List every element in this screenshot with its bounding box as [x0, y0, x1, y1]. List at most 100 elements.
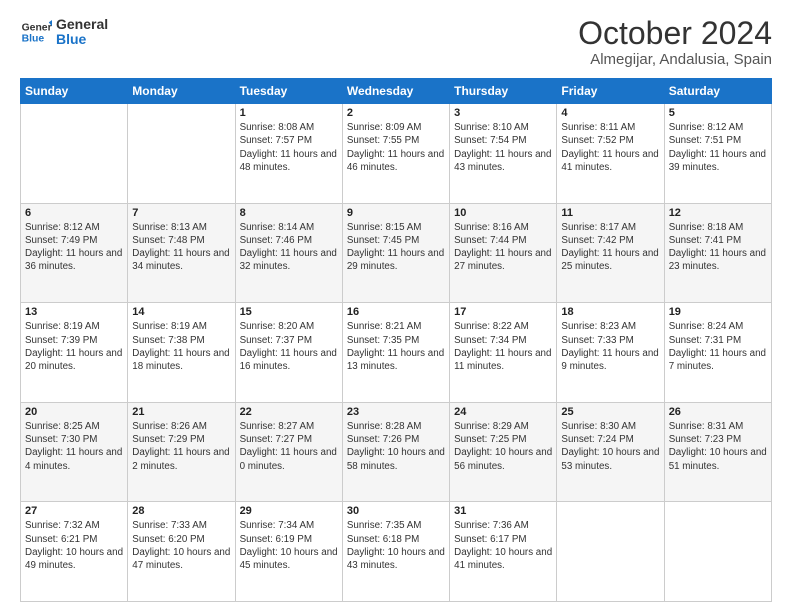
calendar-day: 22 Sunrise: 8:27 AMSunset: 7:27 PMDayligh… — [235, 402, 342, 502]
sunset-text: Sunset: 7:34 PM — [454, 334, 552, 347]
weekday-header: Sunday — [21, 79, 128, 104]
daylight-text: Daylight: 11 hours and 4 minutes. — [25, 446, 123, 472]
calendar-day: 14 Sunrise: 8:19 AMSunset: 7:38 PMDayligh… — [128, 303, 235, 403]
calendar-day: 12Sunrise: 8:18 AMSunset: 7:41 PMDayligh… — [664, 203, 771, 303]
day-info: Sunrise: 8:15 AMSunset: 7:45 PMDaylight:… — [347, 221, 445, 274]
daylight-text: Daylight: 11 hours and 43 minutes. — [454, 148, 552, 174]
sunrise-text: Sunrise: 8:17 AM — [561, 221, 659, 234]
day-info: Sunrise: 8:26 AMSunset: 7:29 PMDaylight:… — [132, 420, 230, 473]
title-block: October 2024 Almegijar, Andalusia, Spain — [578, 16, 772, 68]
sunset-text: Sunset: 7:41 PM — [669, 234, 767, 247]
sunset-text: Sunset: 7:25 PM — [454, 433, 552, 446]
sunrise-text: Sunrise: 7:34 AM — [240, 519, 338, 532]
calendar-day: 21 Sunrise: 8:26 AMSunset: 7:29 PMDayligh… — [128, 402, 235, 502]
daylight-text: Daylight: 11 hours and 34 minutes. — [132, 247, 230, 273]
day-info: Sunrise: 8:21 AMSunset: 7:35 PMDaylight:… — [347, 320, 445, 373]
daylight-text: Daylight: 11 hours and 16 minutes. — [240, 347, 338, 373]
day-number: 14 — [132, 306, 230, 318]
weekday-header: Tuesday — [235, 79, 342, 104]
day-number: 21 — [132, 406, 230, 418]
sunset-text: Sunset: 7:29 PM — [132, 433, 230, 446]
sunrise-text: Sunrise: 8:31 AM — [669, 420, 767, 433]
sunset-text: Sunset: 7:35 PM — [347, 334, 445, 347]
day-info: Sunrise: 8:23 AMSunset: 7:33 PMDaylight:… — [561, 320, 659, 373]
day-number: 16 — [347, 306, 445, 318]
day-info: Sunrise: 8:17 AMSunset: 7:42 PMDaylight:… — [561, 221, 659, 274]
sunset-text: Sunset: 6:19 PM — [240, 533, 338, 546]
day-info: Sunrise: 8:27 AMSunset: 7:27 PMDaylight:… — [240, 420, 338, 473]
sunrise-text: Sunrise: 8:24 AM — [669, 320, 767, 333]
sunset-text: Sunset: 7:57 PM — [240, 134, 338, 147]
sunset-text: Sunset: 7:33 PM — [561, 334, 659, 347]
calendar-day: 4Sunrise: 8:11 AMSunset: 7:52 PMDaylight… — [557, 104, 664, 204]
calendar-day: 3Sunrise: 8:10 AMSunset: 7:54 PMDaylight… — [450, 104, 557, 204]
sunrise-text: Sunrise: 8:13 AM — [132, 221, 230, 234]
day-info: Sunrise: 8:22 AMSunset: 7:34 PMDaylight:… — [454, 320, 552, 373]
sunrise-text: Sunrise: 8:10 AM — [454, 121, 552, 134]
sunrise-text: Sunrise: 7:36 AM — [454, 519, 552, 532]
sunrise-text: Sunrise: 8:23 AM — [561, 320, 659, 333]
calendar-day: 9Sunrise: 8:15 AMSunset: 7:45 PMDaylight… — [342, 203, 449, 303]
calendar-week: 13Sunrise: 8:19 AMSunset: 7:39 PMDayligh… — [21, 303, 772, 403]
sunset-text: Sunset: 7:39 PM — [25, 334, 123, 347]
calendar-week: 27Sunrise: 7:32 AMSunset: 6:21 PMDayligh… — [21, 502, 772, 602]
day-number: 4 — [561, 107, 659, 119]
sunset-text: Sunset: 7:27 PM — [240, 433, 338, 446]
sunrise-text: Sunrise: 7:32 AM — [25, 519, 123, 532]
day-number: 30 — [347, 505, 445, 517]
calendar-day: 10Sunrise: 8:16 AMSunset: 7:44 PMDayligh… — [450, 203, 557, 303]
page-subtitle: Almegijar, Andalusia, Spain — [578, 51, 772, 68]
daylight-text: Daylight: 11 hours and 11 minutes. — [454, 347, 552, 373]
daylight-text: Daylight: 10 hours and 53 minutes. — [561, 446, 659, 472]
calendar-week: 1Sunrise: 8:08 AMSunset: 7:57 PMDaylight… — [21, 104, 772, 204]
day-info: Sunrise: 8:19 AMSunset: 7:38 PMDaylight:… — [132, 320, 230, 373]
calendar-day: 24Sunrise: 8:29 AMSunset: 7:25 PMDayligh… — [450, 402, 557, 502]
calendar-day: 13Sunrise: 8:19 AMSunset: 7:39 PMDayligh… — [21, 303, 128, 403]
logo: General Blue General Blue — [20, 16, 108, 48]
day-info: Sunrise: 8:20 AMSunset: 7:37 PMDaylight:… — [240, 320, 338, 373]
sunset-text: Sunset: 7:26 PM — [347, 433, 445, 446]
calendar-day: 30 Sunrise: 7:35 AMSunset: 6:18 PMDayligh… — [342, 502, 449, 602]
day-info: Sunrise: 7:35 AMSunset: 6:18 PMDaylight:… — [347, 519, 445, 572]
sunset-text: Sunset: 7:51 PM — [669, 134, 767, 147]
day-number: 22 — [240, 406, 338, 418]
sunset-text: Sunset: 6:20 PM — [132, 533, 230, 546]
day-info: Sunrise: 7:34 AMSunset: 6:19 PMDaylight:… — [240, 519, 338, 572]
day-info: Sunrise: 8:19 AMSunset: 7:39 PMDaylight:… — [25, 320, 123, 373]
svg-text:Blue: Blue — [22, 34, 45, 45]
logo-blue: Blue — [56, 32, 108, 47]
sunset-text: Sunset: 7:55 PM — [347, 134, 445, 147]
calendar-week: 20Sunrise: 8:25 AMSunset: 7:30 PMDayligh… — [21, 402, 772, 502]
day-number: 26 — [669, 406, 767, 418]
calendar-day: 25Sunrise: 8:30 AMSunset: 7:24 PMDayligh… — [557, 402, 664, 502]
sunrise-text: Sunrise: 8:14 AM — [240, 221, 338, 234]
day-info: Sunrise: 8:30 AMSunset: 7:24 PMDaylight:… — [561, 420, 659, 473]
weekday-header: Saturday — [664, 79, 771, 104]
sunrise-text: Sunrise: 8:12 AM — [25, 221, 123, 234]
day-number: 23 — [347, 406, 445, 418]
sunrise-text: Sunrise: 8:09 AM — [347, 121, 445, 134]
day-number: 1 — [240, 107, 338, 119]
calendar-day: 31Sunrise: 7:36 AMSunset: 6:17 PMDayligh… — [450, 502, 557, 602]
day-number: 5 — [669, 107, 767, 119]
day-number: 20 — [25, 406, 123, 418]
calendar-empty — [128, 104, 235, 204]
calendar-day: 19Sunrise: 8:24 AMSunset: 7:31 PMDayligh… — [664, 303, 771, 403]
calendar-day: 15Sunrise: 8:20 AMSunset: 7:37 PMDayligh… — [235, 303, 342, 403]
logo-icon: General Blue — [20, 16, 52, 48]
calendar-table: SundayMondayTuesdayWednesdayThursdayFrid… — [20, 78, 772, 602]
daylight-text: Daylight: 10 hours and 47 minutes. — [132, 546, 230, 572]
sunset-text: Sunset: 7:48 PM — [132, 234, 230, 247]
sunset-text: Sunset: 7:44 PM — [454, 234, 552, 247]
sunrise-text: Sunrise: 8:30 AM — [561, 420, 659, 433]
sunrise-text: Sunrise: 8:19 AM — [25, 320, 123, 333]
daylight-text: Daylight: 11 hours and 36 minutes. — [25, 247, 123, 273]
calendar-day: 16 Sunrise: 8:21 AMSunset: 7:35 PMDayligh… — [342, 303, 449, 403]
sunset-text: Sunset: 7:42 PM — [561, 234, 659, 247]
calendar-day: 8Sunrise: 8:14 AMSunset: 7:46 PMDaylight… — [235, 203, 342, 303]
daylight-text: Daylight: 11 hours and 46 minutes. — [347, 148, 445, 174]
day-info: Sunrise: 8:28 AMSunset: 7:26 PMDaylight:… — [347, 420, 445, 473]
calendar-day: 27Sunrise: 7:32 AMSunset: 6:21 PMDayligh… — [21, 502, 128, 602]
calendar-day: 28Sunrise: 7:33 AMSunset: 6:20 PMDayligh… — [128, 502, 235, 602]
day-number: 12 — [669, 207, 767, 219]
